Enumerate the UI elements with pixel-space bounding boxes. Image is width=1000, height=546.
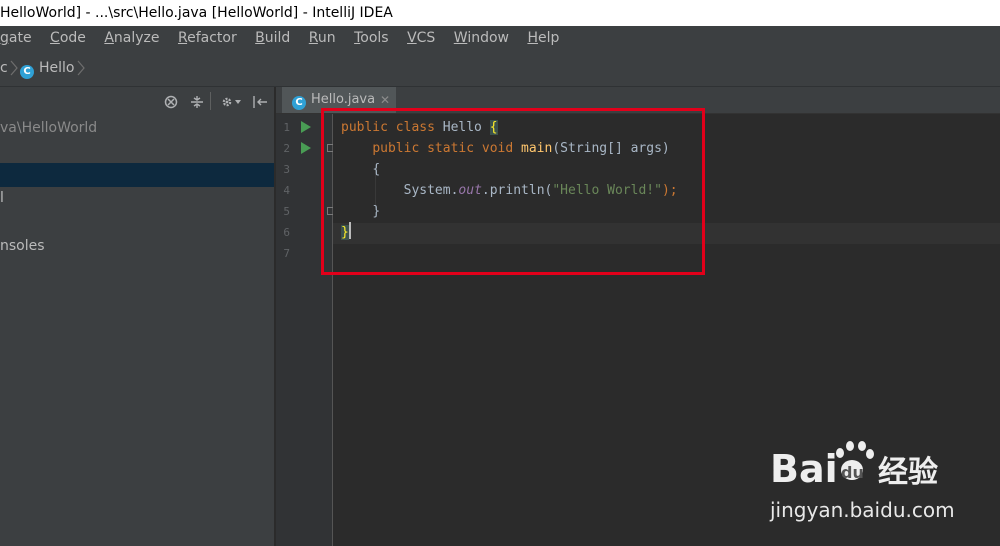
window-title: HelloWorld] - ...\src\Hello.java [HelloW… — [0, 5, 393, 21]
menu-refactor[interactable]: Refactor — [178, 26, 237, 50]
tree-item-scratches-consoles[interactable]: nsoles — [0, 234, 274, 258]
class-icon: C — [292, 96, 306, 110]
breadcrumb-hello-label: Hello — [39, 60, 75, 76]
close-icon[interactable]: ✕ — [380, 87, 390, 113]
text-caret — [348, 222, 351, 239]
menu-help[interactable]: Help — [527, 26, 559, 50]
code-line-3: { — [372, 162, 381, 177]
code-line-6: } — [341, 222, 351, 243]
svg-text:经验: 经验 — [878, 455, 938, 490]
breadcrumb: c C Hello — [0, 50, 1000, 87]
line-number: 1 — [283, 121, 290, 134]
menu-build[interactable]: Build — [255, 26, 290, 50]
svg-text:du: du — [841, 463, 864, 482]
menu-navigate[interactable]: gate — [0, 26, 32, 50]
code-line-2: public static void main(String[] args) — [372, 141, 670, 156]
chevron-right-icon — [10, 60, 18, 76]
chevron-right-icon — [77, 60, 85, 76]
breadcrumb-src[interactable]: c — [0, 50, 8, 86]
code-line-5: } — [372, 204, 381, 219]
menu-code[interactable]: Code — [50, 26, 86, 50]
hide-panel-icon[interactable] — [252, 95, 268, 109]
tab-label: Hello.java — [311, 92, 376, 107]
baidu-logo: Bai du 经验 — [770, 441, 938, 491]
menu-run[interactable]: Run — [309, 26, 336, 50]
gear-icon[interactable] — [220, 95, 242, 109]
locate-icon[interactable] — [164, 95, 178, 109]
watermark-url: jingyan.baidu.com — [770, 498, 955, 522]
class-icon: C — [20, 65, 34, 79]
tree-item-selected[interactable] — [0, 163, 274, 187]
collapse-all-icon[interactable] — [190, 95, 204, 109]
editor-gutter: 1 2 3 4 5 6 7 — [276, 114, 336, 546]
menu-window[interactable]: Window — [454, 26, 509, 50]
editor-tab-bar: C Hello.java ✕ — [276, 87, 1000, 114]
line-number: 4 — [283, 184, 290, 197]
tree-item-external-libraries[interactable]: l — [0, 186, 274, 210]
run-class-icon[interactable] — [301, 121, 311, 133]
line-number: 3 — [283, 163, 290, 176]
menu-tools[interactable]: Tools — [354, 26, 389, 50]
window-title-bar: HelloWorld] - ...\src\Hello.java [HelloW… — [0, 0, 1000, 26]
project-panel-toolbar — [164, 92, 274, 112]
line-number: 2 — [283, 142, 290, 155]
line-number: 5 — [283, 205, 290, 218]
svg-text:Bai: Bai — [770, 447, 838, 491]
toolbar-divider — [210, 92, 211, 110]
line-number: 6 — [283, 226, 290, 239]
baidu-watermark: Bai du 经验 jingyan.baidu.com — [770, 440, 1000, 540]
code-line-4: System.out.println("Hello World!"); — [403, 183, 678, 198]
menu-analyze[interactable]: Analyze — [104, 26, 159, 50]
tab-hello-java[interactable]: C Hello.java ✕ — [282, 87, 396, 113]
tree-path[interactable]: va\HelloWorld — [0, 116, 274, 140]
code-line-1: public class Hello { — [341, 120, 498, 135]
run-main-icon[interactable] — [301, 142, 311, 154]
breadcrumb-hello[interactable]: C Hello — [20, 50, 75, 86]
line-number: 7 — [283, 247, 290, 260]
menu-vcs[interactable]: VCS — [407, 26, 435, 50]
menu-bar: gate Code Analyze Refactor Build Run Too… — [0, 26, 1000, 50]
project-panel: va\HelloWorld l nsoles — [0, 87, 274, 546]
current-line-highlight — [333, 223, 1000, 244]
